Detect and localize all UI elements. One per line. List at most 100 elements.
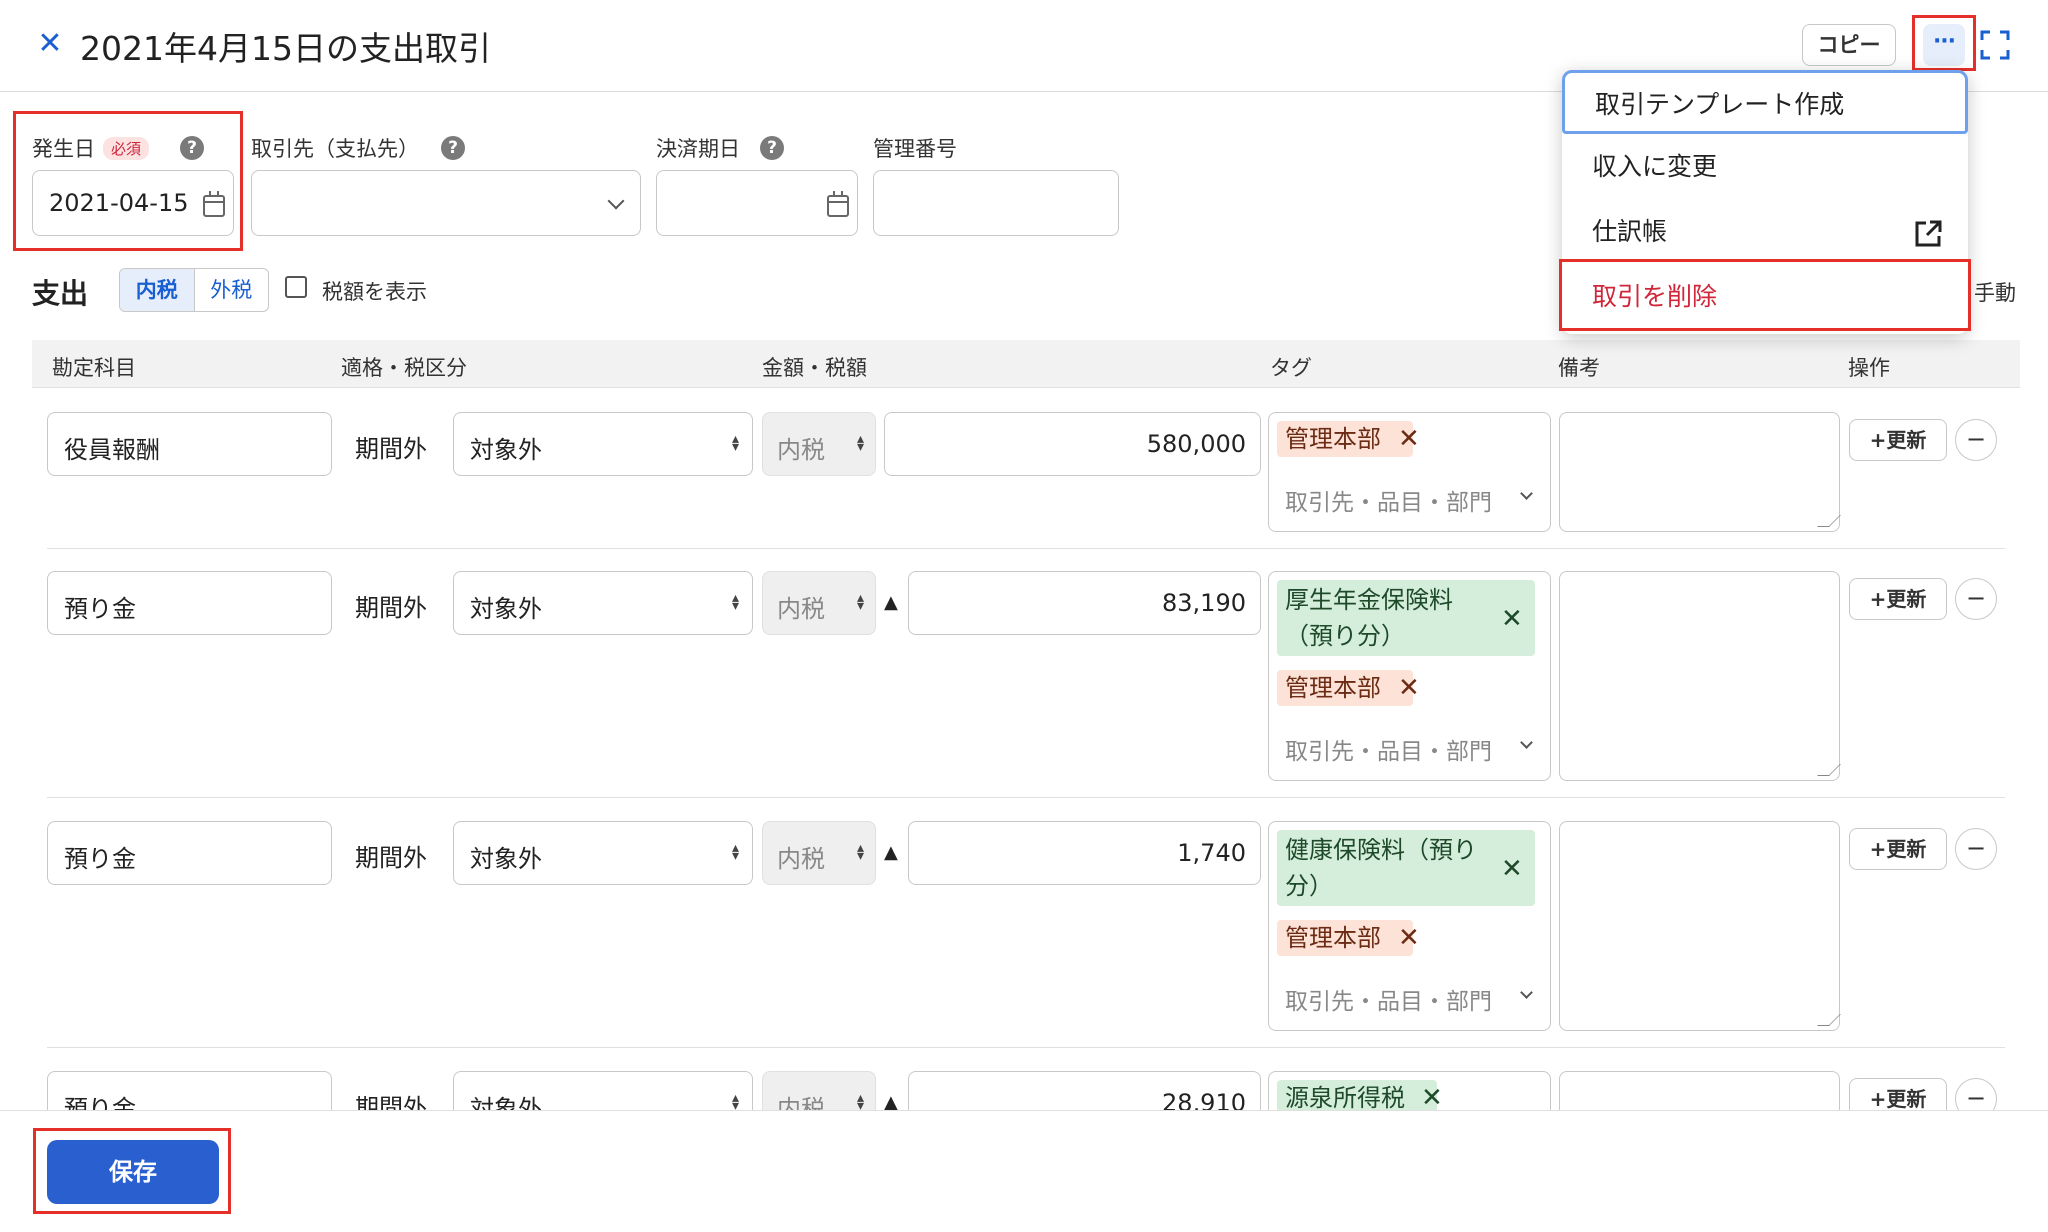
tag-chip: 健康保険料（預り 分） [1277, 830, 1535, 906]
tag-remove-icon[interactable]: ✕ [1398, 424, 1420, 454]
tag-field[interactable]: 管理本部 ✕ 取引先・品目・部門 [1268, 412, 1551, 532]
chevron-down-icon [1520, 736, 1533, 749]
mgmt-number-label: 管理番号 [873, 137, 957, 161]
period-label: 期間外 [355, 435, 427, 463]
partner-help-icon[interactable]: ? [441, 136, 465, 160]
update-button[interactable]: +更新 [1849, 828, 1947, 870]
due-date-field[interactable] [656, 170, 858, 236]
memo-textarea[interactable] [1559, 571, 1841, 781]
copy-button[interactable]: コピー [1802, 24, 1896, 66]
remove-row-button[interactable]: − [1955, 578, 1997, 620]
th-amount: 金額・税額 [762, 356, 867, 380]
tax-class-select[interactable]: 対象外 ▴ ▾ [453, 821, 753, 885]
tag-chip: 管理本部 [1277, 421, 1413, 457]
more-options-button[interactable]: ··· [1923, 24, 1965, 66]
date-help-icon[interactable]: ? [180, 136, 204, 160]
amount-input[interactable]: 580,000 [884, 412, 1261, 476]
page-title: 2021年4月15日の支出取引 [80, 29, 491, 68]
account-input[interactable]: 預り金 [47, 571, 332, 635]
row-divider [47, 548, 2005, 549]
tag-remove-icon[interactable]: ✕ [1398, 673, 1420, 703]
select-arrows-icon: ▴ ▾ [732, 431, 740, 455]
tax-class-select[interactable]: 対象外 ▴ ▾ [453, 412, 753, 476]
due-label: 決済期日 [656, 137, 740, 161]
partner-label: 取引先（支払先） [251, 137, 419, 161]
period-label: 期間外 [355, 594, 427, 622]
tax-incl-option[interactable]: 内税 [120, 269, 195, 311]
select-arrows-icon: ▴ ▾ [857, 840, 865, 864]
section-title: 支出 [32, 277, 89, 310]
memo-textarea[interactable] [1559, 412, 1841, 532]
amount-input[interactable]: 83,190 [908, 571, 1261, 635]
date-field[interactable]: 2021-04-15 [32, 170, 234, 236]
table-header: 勘定科目 適格・税区分 金額・税額 タグ 備考 操作 [32, 340, 2020, 388]
th-account: 勘定科目 [52, 356, 136, 380]
tag-remove-icon[interactable]: ✕ [1421, 1083, 1443, 1113]
tax-class-select[interactable]: 対象外 ▴ ▾ [453, 571, 753, 635]
external-link-icon [1915, 220, 1942, 247]
close-icon[interactable]: ✕ [32, 26, 68, 62]
tax-mode-toggle: 内税 外税 [119, 268, 269, 312]
tax-excl-option[interactable]: 外税 [195, 269, 269, 311]
menu-item-delete-transaction[interactable]: 取引を削除 [1562, 265, 1968, 329]
tag-placeholder: 取引先・品目・部門 [1285, 739, 1492, 765]
show-tax-label: 税額を表示 [322, 280, 427, 304]
period-label: 期間外 [355, 844, 427, 872]
calendar-icon[interactable] [203, 191, 225, 217]
select-arrows-icon: ▴ ▾ [732, 840, 740, 864]
required-badge: 必須 [103, 137, 150, 160]
select-arrows-icon: ▴ ▾ [857, 590, 865, 614]
save-button[interactable]: 保存 [47, 1140, 219, 1204]
memo-textarea[interactable] [1559, 821, 1841, 1031]
chevron-down-icon [607, 192, 625, 210]
tag-remove-icon[interactable]: ✕ [1501, 604, 1523, 634]
tag-field[interactable]: 健康保険料（預り 分） ✕ 管理本部 ✕ 取引先・品目・部門 [1268, 821, 1551, 1031]
manual-label[interactable]: 手動 [1974, 277, 2016, 307]
more-options-menu: 取引テンプレート作成 収入に変更 仕訳帳 取引を削除 [1562, 70, 1968, 334]
chevron-down-icon [1520, 487, 1533, 500]
calendar-icon[interactable] [827, 191, 849, 217]
tag-placeholder: 取引先・品目・部門 [1285, 989, 1492, 1015]
select-arrows-icon: ▴ ▾ [732, 590, 740, 614]
fullscreen-icon[interactable] [1978, 28, 2012, 62]
due-help-icon[interactable]: ? [760, 136, 784, 160]
tag-placeholder: 取引先・品目・部門 [1285, 490, 1492, 516]
row-divider [47, 797, 2005, 798]
menu-item-change-to-income[interactable]: 収入に変更 [1562, 135, 1968, 199]
resize-handle[interactable] [1817, 515, 1841, 527]
th-actions: 操作 [1848, 356, 1890, 380]
deduction-mark: ▲ [884, 842, 898, 863]
update-button[interactable]: +更新 [1849, 578, 1947, 620]
tag-field[interactable]: 厚生年金保険料 （預り分） ✕ 管理本部 ✕ 取引先・品目・部門 [1268, 571, 1551, 781]
account-input[interactable]: 役員報酬 [47, 412, 332, 476]
mgmt-number-field[interactable] [873, 170, 1119, 236]
resize-handle[interactable] [1817, 1014, 1841, 1026]
row-divider [47, 1047, 2005, 1048]
partner-select[interactable] [251, 170, 641, 236]
select-arrows-icon: ▴ ▾ [732, 1090, 740, 1114]
th-tax-class: 適格・税区分 [341, 356, 467, 380]
tag-chip: 厚生年金保険料 （預り分） [1277, 580, 1535, 656]
show-tax-checkbox[interactable] [285, 276, 307, 298]
tax-mode-select[interactable]: 内税 ▴ ▾ [762, 412, 876, 476]
resize-handle[interactable] [1817, 764, 1841, 776]
update-button[interactable]: +更新 [1849, 419, 1947, 461]
th-tags: タグ [1270, 356, 1312, 380]
tax-mode-select[interactable]: 内税 ▴ ▾ [762, 821, 876, 885]
footer-bar [0, 1110, 2048, 1232]
select-arrows-icon: ▴ ▾ [857, 431, 865, 455]
tag-chip: 管理本部 [1277, 670, 1413, 706]
remove-row-button[interactable]: − [1955, 828, 1997, 870]
th-memo: 備考 [1558, 356, 1600, 380]
deduction-mark: ▲ [884, 592, 898, 613]
tax-mode-select[interactable]: 内税 ▴ ▾ [762, 571, 876, 635]
remove-row-button[interactable]: − [1955, 419, 1997, 461]
date-label: 発生日 必須 [32, 133, 150, 163]
menu-item-create-template[interactable]: 取引テンプレート作成 [1562, 70, 1968, 134]
tag-remove-icon[interactable]: ✕ [1398, 923, 1420, 953]
amount-input[interactable]: 1,740 [908, 821, 1261, 885]
chevron-down-icon [1520, 986, 1533, 999]
menu-item-journal[interactable]: 仕訳帳 [1562, 200, 1968, 264]
tag-remove-icon[interactable]: ✕ [1501, 854, 1523, 884]
account-input[interactable]: 預り金 [47, 821, 332, 885]
